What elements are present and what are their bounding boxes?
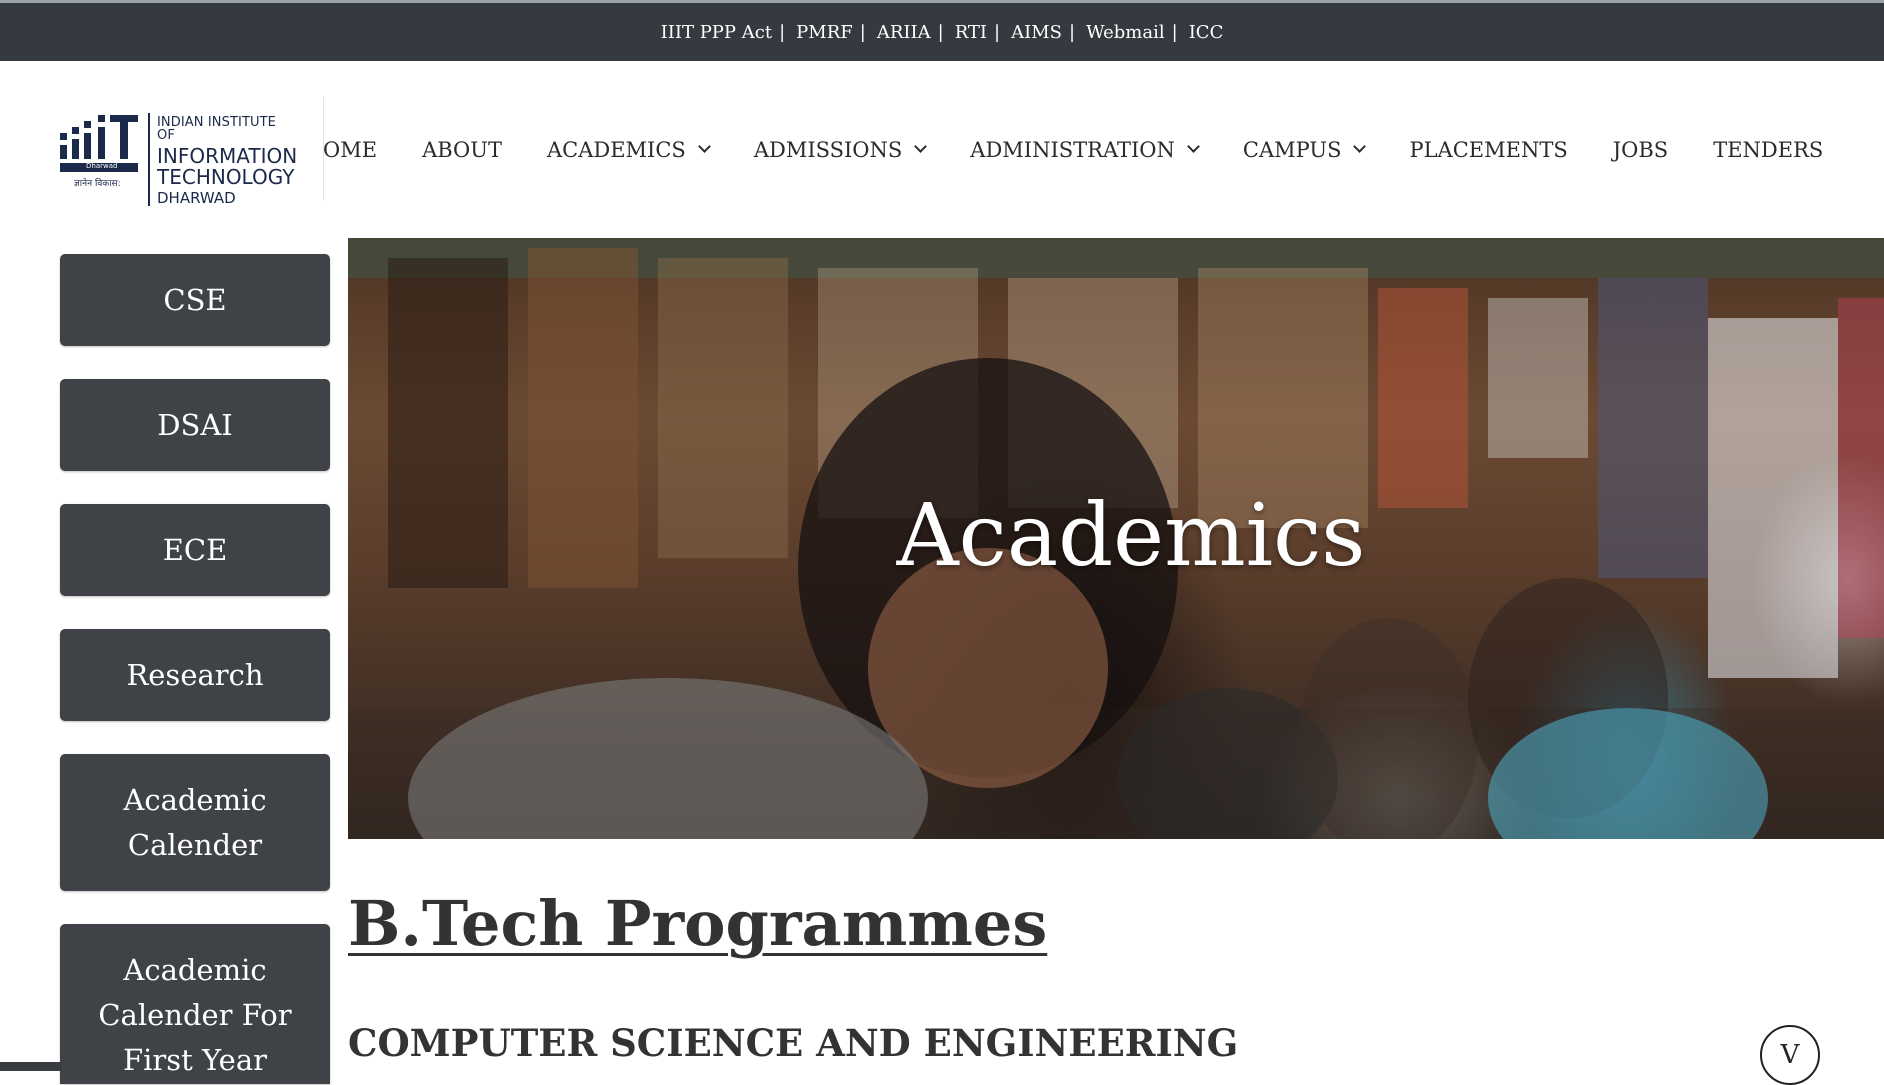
site-header: Dharwad ज्ञानेन विकास: INDIAN INSTITUTE …: [0, 61, 1884, 238]
nav-item-label: ACADEMICS: [546, 137, 686, 162]
nav-item-label: PLACEMENTS: [1409, 137, 1568, 162]
nav-item-administration[interactable]: ADMINISTRATION: [970, 137, 1200, 162]
top-utility-bar: IIIT PPP Act | PMRF | ARIIA | RTI | AIMS | Webmail…: [0, 0, 1884, 61]
hero-banner: Academics: [348, 238, 1884, 839]
chevron-down-icon: [1187, 140, 1200, 153]
top-link-aims[interactable]: AIMS: [1011, 22, 1062, 43]
sidebar-item-academic-calender[interactable]: Academic Calender: [60, 754, 330, 891]
horizontal-scrollbar[interactable]: [0, 1062, 62, 1071]
nav-item-campus[interactable]: CAMPUS: [1242, 137, 1367, 162]
sidebar-item-label: Academic Calender For First Year: [98, 953, 292, 1077]
nav-item-label: ABOUT: [422, 137, 502, 162]
top-link-ariia[interactable]: ARIIA: [877, 22, 931, 43]
top-links: IIIT PPP Act | PMRF | ARIIA | RTI | AIMS | Webmail…: [661, 22, 1224, 43]
sidebar-item-ece[interactable]: ECE: [60, 504, 330, 596]
top-link-iiit-ppp-act[interactable]: IIIT PPP Act: [661, 22, 772, 43]
logo-mark-motto: ज्ञानेन विकास:: [74, 179, 121, 189]
logo-line-2: INFORMATION: [157, 144, 298, 168]
btech-programmes-heading[interactable]: B.Tech Programmes: [348, 893, 1047, 955]
nav-item-ome[interactable]: OME: [323, 138, 377, 162]
sidebar-item-label: Academic Calender: [123, 782, 267, 862]
sidebar-item-research[interactable]: Research: [60, 629, 330, 721]
nav-item-label: TENDERS: [1713, 137, 1824, 162]
nav-item-label: JOBS: [1612, 137, 1669, 162]
sidebar-item-label: DSAI: [157, 407, 233, 442]
main-navigation: OME ABOUT ACADEMICS ADMISSIONS ADMINISTRATIO…: [323, 61, 1868, 238]
top-link-pmrf[interactable]: PMRF: [796, 22, 853, 43]
logo-line-1: INDIAN INSTITUTE OF: [157, 115, 276, 143]
nav-item-academics[interactable]: ACADEMICS: [546, 137, 711, 162]
top-link-icc[interactable]: ICC: [1189, 22, 1224, 43]
logo-line-3: TECHNOLOGY: [157, 165, 295, 189]
nav-item-label: CAMPUS: [1242, 137, 1342, 162]
top-link-separator: |: [994, 21, 1001, 43]
logo-wordmark: INDIAN INSTITUTE OF INFORMATION TECHNOLO…: [148, 113, 297, 206]
cse-department-heading: COMPUTER SCIENCE AND ENGINEERING: [348, 1021, 1239, 1065]
chevron-down-icon: [697, 140, 711, 153]
site-logo[interactable]: Dharwad ज्ञानेन विकास: INDIAN INSTITUTE …: [58, 113, 297, 206]
logo-mark-caption: Dharwad: [86, 162, 118, 170]
nav-item-label: ADMINISTRATION: [970, 137, 1175, 162]
nav-item-tenders[interactable]: TENDERS: [1713, 138, 1823, 162]
nav-item-admissions[interactable]: ADMISSIONS: [753, 137, 928, 162]
chevron-down-icon: [914, 140, 928, 153]
top-link-webmail[interactable]: Webmail: [1086, 22, 1165, 43]
sidebar-item-dsai[interactable]: DSAI: [60, 379, 330, 471]
nav-item-placements[interactable]: PLACEMENTS: [1409, 138, 1567, 162]
logo-line-4: DHARWAD: [157, 189, 236, 207]
top-link-separator: |: [859, 21, 866, 43]
top-link-rti[interactable]: RTI: [955, 22, 987, 43]
chevron-down-icon: [1353, 140, 1367, 153]
nav-item-label: OME: [323, 137, 378, 162]
sidebar-item-label: ECE: [162, 532, 228, 567]
iiit-logo-icon: Dharwad ज्ञानेन विकास:: [58, 113, 142, 193]
sidebar-item-label: CSE: [163, 282, 227, 317]
toggle-button[interactable]: V: [1760, 1025, 1820, 1085]
sidebar-item-label: Research: [126, 657, 264, 692]
top-link-separator: |: [1069, 21, 1076, 43]
top-link-separator: |: [1171, 21, 1178, 43]
top-link-separator: |: [779, 21, 786, 43]
nav-item-label: ADMISSIONS: [753, 137, 903, 162]
nav-item-jobs[interactable]: JOBS: [1613, 138, 1668, 162]
sidebar-item-cse[interactable]: CSE: [60, 254, 330, 346]
nav-item-about[interactable]: ABOUT: [422, 138, 502, 162]
hero-title: Academics: [896, 486, 1366, 586]
top-link-separator: |: [937, 21, 944, 43]
sidebar-item-academic-calender-for-first-year[interactable]: Academic Calender For First Year: [60, 924, 330, 1084]
